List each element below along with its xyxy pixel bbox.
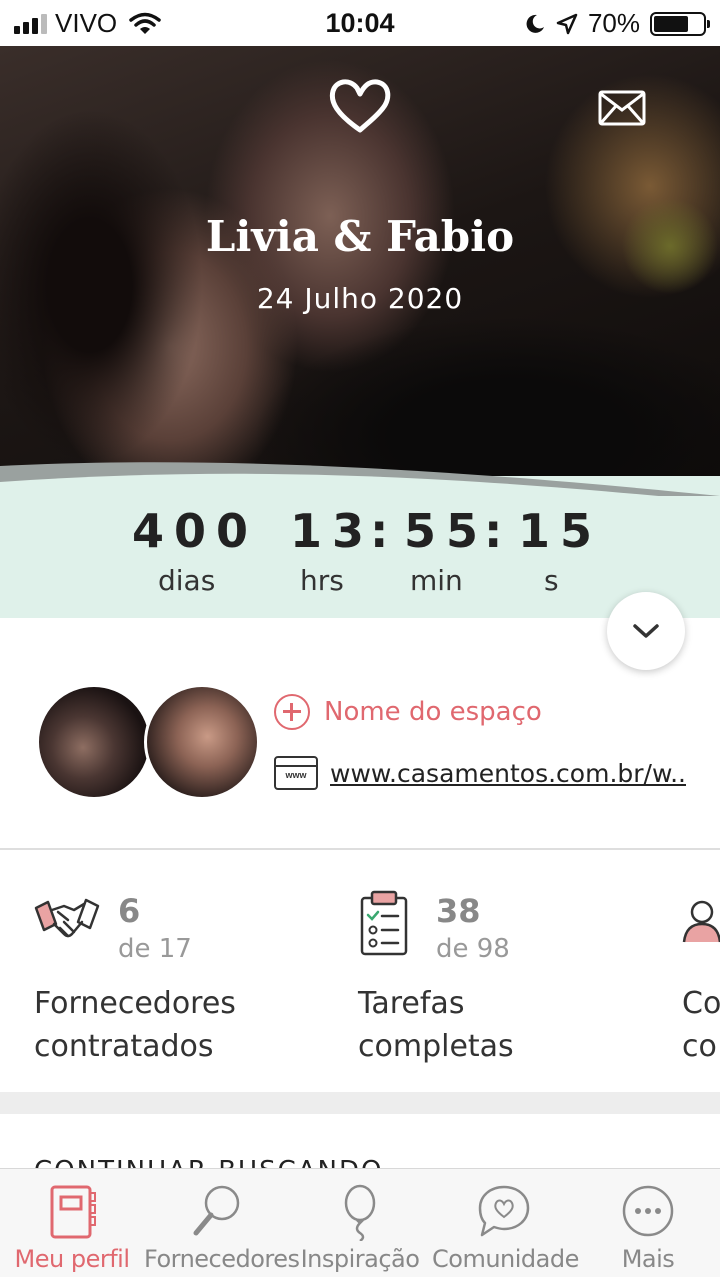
add-venue-label: Nome do espaço xyxy=(324,697,542,727)
stat-label: Fornecedores contratados xyxy=(34,986,236,1064)
planning-stats: 6 de 17 Fornecedores contratados 38 de 98… xyxy=(0,850,720,1092)
tab-inspiracao[interactable]: Inspiração xyxy=(288,1169,432,1277)
stat-total: de 98 xyxy=(436,934,510,964)
plus-circle-icon xyxy=(274,694,310,730)
countdown-separator: : xyxy=(484,504,503,558)
expand-countdown-button[interactable] xyxy=(607,592,685,670)
countdown-seconds: 15 xyxy=(518,504,603,558)
chat-heart-icon xyxy=(478,1185,530,1237)
couple-names: Livia & Fabio xyxy=(205,212,515,261)
handshake-icon xyxy=(34,898,100,938)
tab-label: Meu perfil xyxy=(14,1245,130,1273)
hero-header: Livia & Fabio 24 Julho 2020 400 13 : 55 … xyxy=(0,46,720,618)
stat-tasks[interactable]: 38 de 98 Tarefas completas xyxy=(358,850,678,1092)
countdown-days: 400 xyxy=(132,504,259,558)
website-url: www.casamentos.com.br/w... xyxy=(330,758,686,788)
battery-icon xyxy=(650,11,710,36)
profile-summary: Nome do espaço www www.casamentos.com.br… xyxy=(0,618,720,850)
magnifier-icon xyxy=(193,1185,240,1236)
countdown-separator: : xyxy=(370,504,389,558)
continue-searching-section: CONTINUAR BUSCANDO xyxy=(0,1114,720,1168)
battery-percent: 70% xyxy=(587,8,640,38)
tab-meu-perfil[interactable]: Meu perfil xyxy=(0,1169,144,1277)
partner-2-avatar[interactable] xyxy=(144,684,260,800)
countdown-hours: 13 xyxy=(290,504,375,558)
guests-icon xyxy=(682,900,720,943)
wedding-countdown: 400 13 : 55 : 15 dias hrs min s xyxy=(0,504,720,604)
stat-label: Tarefas completas xyxy=(358,986,514,1064)
countdown-seconds-label: s xyxy=(544,564,559,597)
tab-label: Comunidade xyxy=(432,1245,579,1273)
stat-guests[interactable]: Co co xyxy=(682,850,720,1092)
wedding-date: 24 Julho 2020 xyxy=(256,282,464,315)
stat-count: 38 xyxy=(436,892,481,930)
website-icon: www xyxy=(274,756,318,790)
stat-vendors[interactable]: 6 de 17 Fornecedores contratados xyxy=(34,850,354,1092)
stat-count: 6 xyxy=(118,892,141,930)
status-bar: VIVO 10:04 70% xyxy=(0,0,720,46)
tab-mais[interactable]: Mais xyxy=(576,1169,720,1277)
add-venue-button[interactable]: Nome do espaço xyxy=(274,694,542,730)
partner-1-avatar[interactable] xyxy=(36,684,152,800)
location-arrow-icon xyxy=(556,13,578,34)
tab-label: Fornecedores xyxy=(144,1245,300,1273)
do-not-disturb-icon xyxy=(526,14,544,33)
stat-label: Co co xyxy=(682,986,720,1064)
countdown-minutes-label: min xyxy=(410,564,463,597)
bottom-tab-bar: Meu perfil Fornecedores Inspiração Comun… xyxy=(0,1168,720,1277)
countdown-hours-label: hrs xyxy=(300,564,344,597)
section-title: CONTINUAR BUSCANDO xyxy=(34,1156,383,1168)
tab-fornecedores[interactable]: Fornecedores xyxy=(144,1169,300,1277)
tab-comunidade[interactable]: Comunidade xyxy=(432,1169,579,1277)
balloon-icon xyxy=(344,1184,376,1241)
mail-icon[interactable] xyxy=(598,90,646,126)
checklist-icon xyxy=(360,890,408,956)
wedding-website-link[interactable]: www www.casamentos.com.br/w... xyxy=(274,756,686,790)
tab-label: Inspiração xyxy=(300,1245,420,1273)
more-icon xyxy=(622,1185,674,1237)
chevron-down-icon xyxy=(633,624,659,638)
countdown-minutes: 55 xyxy=(404,504,489,558)
notebook-icon xyxy=(50,1185,96,1239)
section-separator xyxy=(0,1092,720,1114)
countdown-days-label: dias xyxy=(158,564,216,597)
stat-total: de 17 xyxy=(118,934,192,964)
tab-label: Mais xyxy=(621,1245,675,1273)
heart-logo-icon xyxy=(329,79,391,133)
